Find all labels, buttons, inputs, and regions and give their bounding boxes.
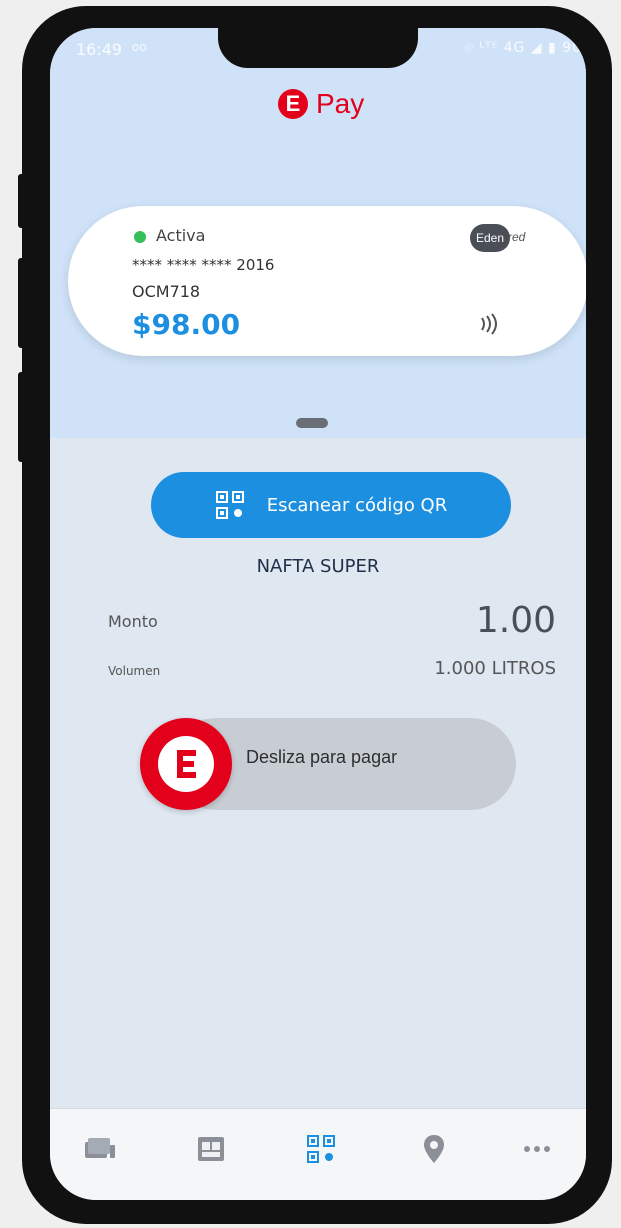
- camera-notch: [218, 28, 418, 68]
- balance-card[interactable]: Activa **** **** **** 2016 OCM718 $98.00…: [68, 206, 586, 356]
- app-logo: E Pay: [278, 84, 364, 124]
- location-icon: [424, 1135, 444, 1163]
- card-number: **** **** **** 2016: [132, 256, 275, 274]
- card-plate: OCM718: [132, 282, 201, 301]
- nav-item-more[interactable]: [517, 1129, 557, 1169]
- drag-handle[interactable]: [296, 418, 328, 428]
- phone-volume-down-button: [18, 372, 26, 462]
- amount-label: Monto: [108, 612, 158, 631]
- dashboard-icon: [198, 1137, 224, 1161]
- status-time: 16:49: [76, 40, 123, 59]
- edenred-e-icon: [158, 736, 214, 792]
- fuel-product: NAFTA SUPER: [256, 556, 380, 577]
- more-icon: [524, 1146, 550, 1152]
- amount-value: 1.00: [475, 600, 556, 641]
- contactless-icon: [481, 313, 497, 335]
- nav-item-dashboard[interactable]: [191, 1129, 231, 1169]
- scan-qr-button[interactable]: Escanear código QR: [151, 472, 511, 538]
- volume-label: Volumen: [108, 664, 161, 678]
- swipe-pay-handle[interactable]: [140, 718, 232, 810]
- scan-qr-label: Escanear código QR: [266, 494, 448, 516]
- nav-item-location[interactable]: [414, 1129, 454, 1169]
- edenred-logo-icon: Eden: [470, 224, 510, 252]
- voicemail-icon: oo: [132, 40, 147, 54]
- nav-item-cards[interactable]: [80, 1129, 120, 1169]
- brand-logo-icon: E: [278, 89, 308, 119]
- volume-value: 1.000 LITROS: [434, 658, 556, 679]
- phone-volume-up-button: [18, 258, 26, 348]
- qr-icon: [307, 1135, 335, 1163]
- qr-code-icon: [215, 491, 244, 519]
- cards-icon: [85, 1138, 115, 1158]
- app-name: Pay: [316, 88, 365, 119]
- card-status: Activa: [156, 226, 206, 245]
- swipe-to-pay-label: Desliza para pagar: [246, 747, 398, 767]
- bottom-navigation: [50, 1108, 586, 1200]
- app-screen: 16:49 oo ⌾ ᴸᵀᴱ 4G ◢ ▮ 90 E Pay Activa **…: [50, 28, 586, 1200]
- status-dot-icon: [134, 231, 146, 243]
- edenred-logo-text: red: [508, 230, 526, 244]
- phone-side-button: [18, 174, 26, 228]
- nav-item-qr[interactable]: [301, 1129, 341, 1169]
- card-balance: $98.00: [132, 308, 241, 341]
- status-indicators: ⌾ ᴸᵀᴱ 4G ◢ ▮ 90: [464, 40, 582, 56]
